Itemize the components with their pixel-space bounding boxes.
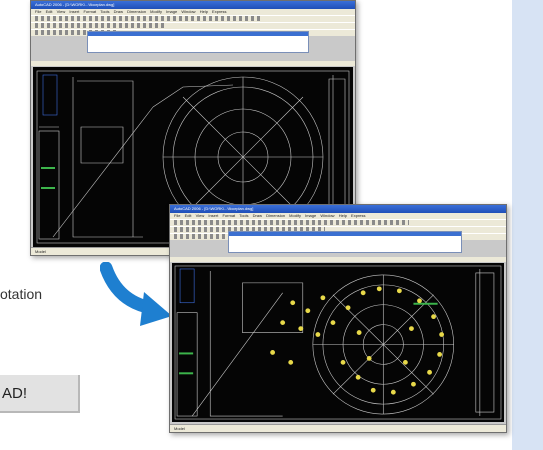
menu-item: Format [83, 9, 97, 14]
menu-item: Window [181, 9, 196, 14]
menu-item: File [174, 213, 181, 218]
menu-item: Help [338, 213, 347, 218]
download-button[interactable]: AD! [0, 375, 80, 413]
menu-bar: File Edit View Insert Format Tools Draw … [31, 9, 355, 15]
menu-item: View [195, 213, 205, 218]
menu-item: Tools [239, 213, 249, 218]
menu-item: Dimension [127, 9, 147, 14]
menu-item: Help [199, 9, 208, 14]
curved-arrow-icon [100, 262, 172, 326]
menu-item: Edit [184, 213, 192, 218]
title-bar: AutoCAD 2006 - [D:\WORK\...\floorplan.dw… [170, 205, 506, 219]
menu-item: Express [212, 9, 227, 14]
status-bar: Model [170, 424, 506, 432]
menu-item: Tools [100, 9, 110, 14]
window-title: AutoCAD 2006 - [D:\WORK\...\floorplan.dw… [174, 206, 254, 211]
window-controls [335, 2, 353, 15]
toolbar [31, 15, 355, 22]
menu-item: Insert [69, 9, 80, 14]
window-controls [486, 206, 504, 219]
toolbar [31, 22, 355, 29]
screenshot-after: AutoCAD 2006 - [D:\WORK\...\floorplan.dw… [169, 204, 507, 433]
menu-item: Window [320, 213, 335, 218]
window-title: AutoCAD 2006 - [D:\WORK\...\floorplan.dw… [35, 2, 115, 7]
menu-bar: File Edit View Insert Format Tools Draw … [170, 213, 506, 219]
drawing-canvas [172, 263, 504, 422]
menu-item: Insert [208, 213, 219, 218]
annotated-floor-plan-drawing [174, 265, 502, 420]
menu-item: Format [222, 213, 236, 218]
menu-item: Modify [150, 9, 162, 14]
menu-item: Image [305, 213, 317, 218]
menu-item: File [35, 9, 42, 14]
menu-item: Dimension [266, 213, 286, 218]
layout-tabs [31, 61, 355, 74]
toolbar [170, 219, 506, 226]
title-bar: AutoCAD 2006 - [D:\WORK\...\floorplan.dw… [31, 1, 355, 15]
download-button-label: AD! [2, 385, 28, 402]
menu-item: Express [351, 213, 366, 218]
menu-item: Draw [113, 9, 124, 14]
layout-tabs [170, 257, 506, 270]
menu-item: Modify [289, 213, 301, 218]
command-dialog [87, 31, 309, 53]
menu-item: View [56, 9, 66, 14]
side-panel [512, 0, 543, 450]
menu-item: Edit [45, 9, 53, 14]
command-dialog [228, 231, 462, 253]
feature-caption: otation [0, 286, 43, 302]
menu-item: Image [166, 9, 178, 14]
menu-item: Draw [252, 213, 263, 218]
